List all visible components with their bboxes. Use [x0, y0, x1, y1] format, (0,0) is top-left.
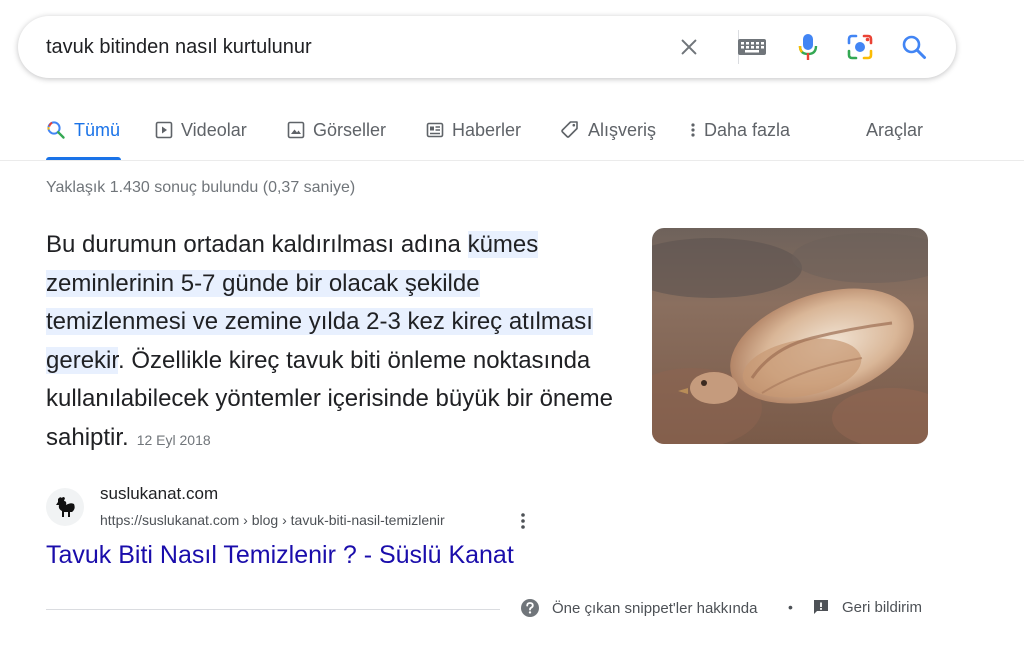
search-input[interactable] [46, 16, 666, 78]
tabs-divider [0, 160, 1024, 161]
tab-label: Alışveriş [588, 119, 657, 140]
result-title-link[interactable]: Tavuk Biti Nasıl Temizlenir ? - Süslü Ka… [46, 541, 514, 570]
tab-images[interactable]: Görseller [287, 100, 386, 160]
feedback-link[interactable]: Geri bildirim [812, 598, 922, 616]
footer-separator: • [788, 599, 793, 615]
tab-more[interactable]: Daha fazla [690, 100, 790, 160]
lens-icon[interactable] [844, 31, 876, 63]
image-icon [287, 121, 305, 139]
search-icon [47, 121, 65, 139]
rooster-icon [56, 497, 75, 517]
tab-label: Tümü [74, 119, 121, 140]
help-icon [521, 599, 539, 617]
snippet-footer-divider [46, 609, 500, 610]
about-snippets-label: Öne çıkan snippet'ler hakkında [552, 599, 758, 617]
tab-label: Daha fazla [704, 119, 791, 140]
tab-news[interactable]: Haberler [426, 100, 521, 160]
tab-label: Videolar [181, 119, 247, 140]
search-bar [18, 16, 956, 78]
tools-button[interactable]: Araçlar [866, 100, 923, 160]
result-options-icon[interactable] [512, 508, 534, 534]
site-favicon[interactable] [46, 488, 84, 526]
tab-label: Görseller [313, 119, 387, 140]
tab-all[interactable]: Tümü [46, 100, 120, 160]
chicken-photo [652, 228, 928, 444]
featured-snippet-text: Bu durumun ortadan kaldırılması adına kü… [46, 226, 616, 459]
site-url[interactable]: https://suslukanat.com › blog › tavuk-bi… [100, 512, 445, 528]
more-vert-icon [691, 123, 695, 137]
news-icon [426, 122, 444, 138]
site-name[interactable]: suslukanat.com [100, 484, 218, 504]
tag-icon [561, 121, 578, 138]
feedback-icon [814, 600, 828, 614]
tools-label: Araçlar [866, 119, 924, 140]
tab-shopping[interactable]: Alışveriş [560, 100, 656, 160]
search-tabs: Tümü Videolar Görseller Haberler Alışver… [0, 100, 1024, 160]
search-submit-icon[interactable] [898, 31, 930, 63]
video-icon [155, 121, 173, 139]
about-snippets-link[interactable]: Öne çıkan snippet'ler hakkında [520, 598, 758, 618]
feedback-label: Geri bildirim [842, 598, 923, 616]
tab-videos[interactable]: Videolar [155, 100, 247, 160]
snippet-date: 12 Eyl 2018 [136, 431, 211, 448]
keyboard-icon[interactable] [736, 31, 768, 63]
clear-icon[interactable] [673, 31, 705, 63]
snippet-text-before: Bu durumun ortadan kaldırılması adına [46, 231, 468, 258]
snippet-image[interactable] [652, 228, 928, 444]
snippet-text-after: . Özellikle kireç tavuk biti önleme nokt… [46, 346, 613, 451]
tab-label: Haberler [452, 119, 522, 140]
microphone-icon[interactable] [792, 31, 824, 63]
result-stats: Yaklaşık 1.430 sonuç bulundu (0,37 saniy… [46, 179, 356, 196]
